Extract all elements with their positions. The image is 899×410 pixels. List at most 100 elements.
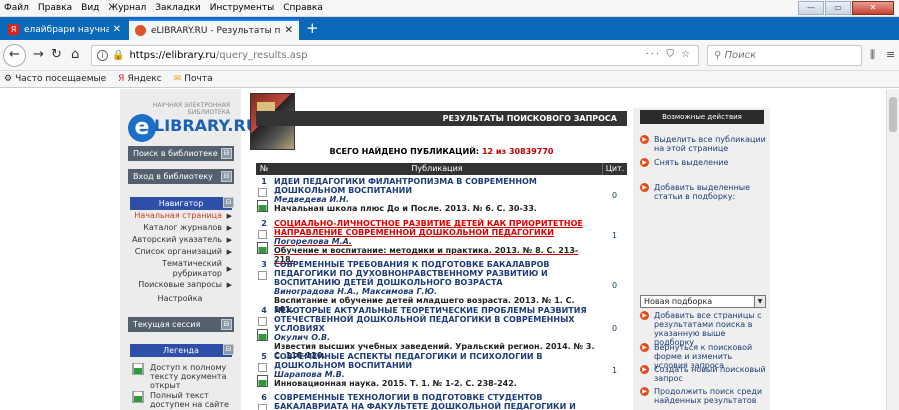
tab-elibrary[interactable]: eLIBRARY.RU - Результаты по ✕ — [129, 19, 299, 40]
bookmark-label: Почта — [184, 74, 213, 84]
maximize-button[interactable]: ▭ — [825, 1, 851, 15]
publication-authors[interactable]: Медведева И.Н. — [274, 195, 596, 204]
toggle-icon[interactable]: ⊟ — [221, 319, 232, 330]
page-actions[interactable]: ··· ⛉ ☆ — [646, 49, 692, 60]
bookmark-yandex[interactable]: Я Яндекс — [118, 74, 162, 84]
arrow-right-icon: ▶ — [226, 281, 232, 289]
mail-icon: ✉ — [173, 74, 182, 84]
lock-icon: 🔒 — [112, 50, 125, 61]
nav-home[interactable]: Начальная страница ▶ — [128, 211, 232, 221]
info-icon[interactable]: i — [97, 50, 108, 61]
current-session-button[interactable]: Текущая сессия ⊟ — [128, 317, 234, 332]
col-citations[interactable]: Цит. — [602, 163, 627, 175]
nav-settings[interactable]: Настройка — [128, 294, 232, 304]
toggle-icon[interactable]: ⊟ — [221, 148, 232, 159]
pdf-icon[interactable] — [257, 242, 268, 254]
action-refine-search[interactable]: ▶ Продолжить поиск среди найденных резуль… — [640, 387, 766, 405]
vertical-scrollbar[interactable] — [886, 89, 899, 410]
menu-view[interactable]: Вид — [81, 3, 99, 13]
login-button[interactable]: Вход в библиотеку ⊟ — [128, 169, 234, 184]
legend-toggle[interactable]: ⊟ — [223, 343, 234, 356]
row-checkbox[interactable] — [258, 363, 267, 372]
pocket-icon[interactable]: ⛉ — [666, 49, 676, 60]
arrow-bullet-icon: ▶ — [640, 135, 649, 144]
minimize-button[interactable]: — — [798, 1, 824, 15]
toggle-icon[interactable]: ⊟ — [221, 171, 232, 182]
row-checkbox[interactable] — [258, 230, 267, 239]
action-add-all[interactable]: ▶ Добавить все страницы с результатами по… — [640, 311, 766, 347]
close-window-button[interactable]: ✕ — [852, 1, 894, 15]
logo-e-icon: e — [128, 114, 156, 142]
forward-button[interactable]: → — [33, 46, 44, 64]
logo-tagline: НАУЧНАЯ ЭЛЕКТРОННАЯ БИБЛИОТЕКА — [152, 102, 230, 116]
menu-bar: Файл Правка Вид Журнал Закладки Инструме… — [0, 0, 899, 17]
navigator-toggle[interactable]: ⊟ — [223, 196, 234, 209]
arrow-right-icon: ▶ — [226, 265, 232, 273]
publication-authors[interactable]: Погорелова М.А. — [274, 237, 596, 246]
url-bar[interactable]: i 🔒 https://elibrary.ru/query_results.as… — [91, 45, 699, 66]
menu-help[interactable]: Справка — [283, 3, 323, 13]
search-box[interactable]: ⚲ — [707, 45, 862, 66]
tab-yandex[interactable]: Я елайбрари научная электрон ✕ — [2, 19, 127, 40]
row-checkbox[interactable] — [258, 404, 267, 410]
publication-authors[interactable]: Виноградова Н.А., Максимова Г.Ю. — [274, 287, 596, 296]
row-checkbox[interactable] — [258, 188, 267, 197]
menu-edit[interactable]: Правка — [38, 3, 72, 13]
row-checkbox[interactable] — [258, 317, 267, 326]
legend-text: Доступ к полному тексту документа открыт — [150, 363, 227, 390]
menu-bookmarks[interactable]: Закладки — [155, 3, 201, 13]
library-icon[interactable]: ⫼ — [870, 48, 875, 62]
more-icon[interactable]: ··· — [646, 49, 662, 60]
publication-title[interactable]: СОВРЕМЕННЫЕ ТЕХНОЛОГИИ В ПОДГОТОВКЕ СТУД… — [274, 393, 596, 410]
action-add-selected[interactable]: ▶ Добавить выделенные статьи в подборку: — [640, 183, 766, 201]
collection-select[interactable]: Новая подборка ▼ — [640, 295, 766, 308]
publication-authors[interactable]: Окулич О.В. — [274, 333, 596, 342]
navigator-header[interactable]: Навигатор — [130, 197, 232, 210]
tab-close-icon[interactable]: ✕ — [113, 24, 121, 35]
page-content: НАУЧНАЯ ЭЛЕКТРОННАЯ БИБЛИОТЕКА e LIBRARY.… — [0, 89, 899, 410]
toggle-icon[interactable]: ⊟ — [223, 344, 234, 355]
menu-file[interactable]: Файл — [4, 3, 29, 13]
nav-authors[interactable]: Авторский указатель ▶ — [128, 235, 232, 245]
bookmark-mail[interactable]: ✉ Почта — [174, 74, 213, 84]
pdf-icon[interactable] — [257, 375, 268, 387]
pdf-icon[interactable] — [257, 200, 268, 212]
toggle-icon[interactable]: ⊟ — [223, 197, 234, 208]
url-host: https://elibrary.ru — [129, 50, 216, 61]
home-button[interactable]: ⌂ — [71, 46, 79, 64]
left-blank — [0, 89, 120, 410]
bookmark-most-visited[interactable]: ⚙ Часто посещаемые — [4, 74, 106, 84]
reload-button[interactable]: ↻ — [51, 46, 62, 64]
actions-header: Возможные действия — [640, 110, 764, 124]
star-icon[interactable]: ☆ — [681, 49, 692, 60]
search-library-button[interactable]: Поиск в библиотеке ⊟ — [128, 146, 234, 161]
publication-authors[interactable]: Шарапова М.В. — [274, 370, 596, 379]
search-input[interactable] — [724, 50, 855, 61]
publication-title[interactable]: СОЦИАЛЬНО-ЛИЧНОСТНОЕ РАЗВИТИЕ ДЕТЕЙ КАК … — [274, 219, 596, 264]
nav-organizations[interactable]: Список организаций ▶ — [128, 247, 232, 257]
action-deselect[interactable]: ▶ Снять выделение — [640, 158, 766, 167]
table-row: 4 НЕКОТОРЫЕ АКТУАЛЬНЫЕ ТЕОРЕТИЧЕСКИЕ ПРО… — [256, 306, 627, 360]
action-select-all[interactable]: ▶ Выделить все публикации на этой страниц… — [640, 135, 766, 153]
publication-title[interactable]: ИДЕИ ПЕДАГОГИКИ ФИЛАНТРОПИЗМА В СОВРЕМЕН… — [274, 177, 596, 213]
nav-queries[interactable]: Поисковые запросы ▶ — [128, 280, 232, 290]
publication-title[interactable]: СОВРЕМЕННЫЕ АСПЕКТЫ ПЕДАГОГИКИ И ПСИХОЛО… — [274, 352, 596, 388]
nav-rubricator[interactable]: Тематический рубрикатор ▶ — [128, 259, 232, 279]
menu-history[interactable]: Журнал — [108, 3, 146, 13]
action-new-query[interactable]: ▶ Создать новый поисковый запрос — [640, 365, 766, 383]
scroll-thumb[interactable] — [889, 97, 897, 132]
new-tab-button[interactable]: + — [306, 20, 319, 36]
pdf-site-icon — [132, 391, 144, 403]
back-button[interactable]: ← — [3, 44, 26, 67]
pdf-icon[interactable] — [257, 329, 268, 341]
arrow-right-icon: ▶ — [226, 212, 232, 220]
table-row: 2 СОЦИАЛЬНО-ЛИЧНОСТНОЕ РАЗВИТИЕ ДЕТЕЙ КА… — [256, 219, 627, 264]
tab-title: eLIBRARY.RU - Результаты по — [151, 25, 281, 36]
chevron-down-icon[interactable]: ▼ — [754, 296, 765, 307]
menu-icon[interactable]: ≡ — [886, 48, 895, 61]
row-checkbox[interactable] — [258, 271, 267, 280]
elibrary-logo[interactable]: НАУЧНАЯ ЭЛЕКТРОННАЯ БИБЛИОТЕКА e LIBRARY.… — [128, 102, 259, 150]
menu-tools[interactable]: Инструменты — [210, 3, 274, 13]
nav-journals[interactable]: Каталог журналов ▶ — [128, 223, 232, 233]
tab-close-icon[interactable]: ✕ — [285, 25, 293, 36]
